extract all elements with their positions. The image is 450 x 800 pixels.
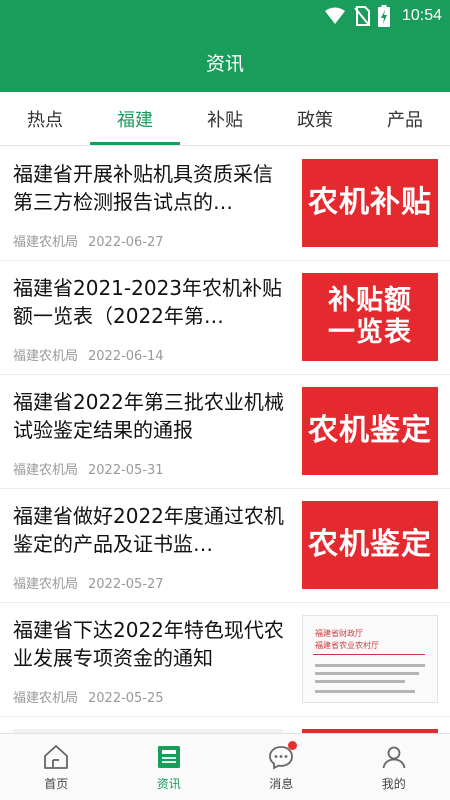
nav-label: 资讯 — [156, 777, 181, 791]
status-bar: 10:54 — [0, 0, 450, 32]
thumbnail-text: 农机鉴定 — [308, 413, 432, 448]
status-time: 10:54 — [401, 7, 442, 24]
news-meta: 福建农机局 2022-05-31 — [13, 459, 164, 478]
news-thumbnail: 补贴额 一览表 — [302, 273, 438, 361]
tab-subsidy[interactable]: 补贴 — [180, 92, 270, 145]
news-title: 福建省做好2022年度通过农机鉴定的产品及证书监… — [13, 504, 284, 556]
thumbnail-text: 农机鉴定 — [308, 527, 432, 562]
news-meta: 福建农机局 2022-06-14 — [13, 345, 164, 364]
document-text-line — [315, 664, 425, 667]
news-source: 福建农机局 — [13, 235, 79, 250]
news-date: 2022-06-27 — [88, 235, 164, 250]
document-header-line2: 福建省农业农村厅 — [315, 641, 379, 650]
tab-products[interactable]: 产品 — [360, 92, 450, 145]
nav-messages[interactable]: 消息 — [225, 734, 338, 800]
news-meta: 福建农机局 2022-06-27 — [13, 231, 164, 250]
news-thumbnail: 农机补贴 — [302, 159, 438, 247]
document-rule — [313, 654, 425, 655]
news-icon — [157, 746, 180, 768]
news-item[interactable]: 福建省做好2022年度通过农机鉴定的产品及证书监… 福建农机局 2022-05-2… — [0, 489, 450, 603]
thumbnail-text: 农机补贴 — [308, 185, 432, 220]
news-source: 福建农机局 — [13, 349, 79, 364]
tab-hot[interactable]: 热点 — [0, 92, 90, 145]
thumbnail-text-line1: 补贴额 — [328, 285, 412, 316]
unread-badge — [288, 741, 298, 750]
tab-policy[interactable]: 政策 — [270, 92, 360, 145]
news-item[interactable]: 福建省2021-2023年农机补贴额一览表（2022年第… 福建农机局 2022-… — [0, 261, 450, 375]
news-title: 福建省2021-2023年农机补贴额一览表（2022年第… — [13, 276, 283, 328]
thumbnail-text-line2: 一览表 — [328, 317, 412, 348]
news-title: 福建省下达2022年特色现代农业发展专项资金的通知 — [13, 618, 284, 670]
news-thumbnail: 农机鉴定 — [302, 501, 438, 589]
news-date: 2022-05-27 — [88, 577, 164, 592]
news-meta: 福建农机局 2022-05-25 — [13, 687, 164, 706]
news-item-partial[interactable] — [0, 717, 450, 733]
battery-charging-icon — [377, 5, 390, 27]
wifi-icon — [324, 7, 345, 24]
news-list: 福建省开展补贴机具资质采信第三方检测报告试点的… 福建农机局 2022-06-27… — [0, 147, 450, 733]
news-date: 2022-06-14 — [88, 349, 164, 364]
profile-icon — [382, 746, 406, 769]
nav-news[interactable]: 资讯 — [113, 734, 226, 800]
nav-label: 消息 — [269, 777, 294, 791]
category-tabs: 热点 福建 补贴 政策 产品 — [0, 92, 450, 146]
status-icons: 10:54 — [324, 0, 442, 32]
nav-label: 首页 — [44, 777, 69, 791]
document-header: 福建省财政厅 福建省农业农村厅 — [315, 628, 379, 652]
news-thumbnail: 农机鉴定 — [302, 387, 438, 475]
nav-profile[interactable]: 我的 — [338, 734, 450, 800]
document-text-line — [315, 672, 419, 675]
news-source: 福建农机局 — [13, 463, 79, 478]
document-header-line1: 福建省财政厅 — [315, 629, 363, 638]
page-title: 资讯 — [205, 52, 244, 75]
news-date: 2022-05-31 — [88, 463, 164, 478]
document-thumbnail: 福建省财政厅 福建省农业农村厅 — [302, 615, 438, 703]
no-sim-icon — [354, 6, 370, 26]
document-text-line — [315, 690, 415, 693]
news-source: 福建农机局 — [13, 691, 79, 706]
tab-fujian[interactable]: 福建 — [90, 92, 180, 145]
document-text-line — [315, 680, 405, 683]
news-item[interactable]: 福建省下达2022年特色现代农业发展专项资金的通知 福建农机局 2022-05-2… — [0, 603, 450, 717]
nav-home[interactable]: 首页 — [0, 734, 113, 800]
news-title: 福建省2022年第三批农业机械试验鉴定结果的通报 — [13, 390, 284, 442]
nav-label: 我的 — [381, 777, 406, 791]
news-item[interactable]: 福建省2022年第三批农业机械试验鉴定结果的通报 福建农机局 2022-05-31… — [0, 375, 450, 489]
news-item[interactable]: 福建省开展补贴机具资质采信第三方检测报告试点的… 福建农机局 2022-06-27… — [0, 147, 450, 261]
home-icon — [44, 745, 69, 769]
news-source: 福建农机局 — [13, 577, 79, 592]
news-date: 2022-05-25 — [88, 691, 164, 706]
thumbnail-text: 补贴额 一览表 — [328, 285, 412, 349]
app-header: 资讯 — [0, 32, 450, 92]
news-meta: 福建农机局 2022-05-27 — [13, 573, 164, 592]
news-title: 福建省开展补贴机具资质采信第三方检测报告试点的… — [13, 162, 273, 214]
bottom-navigation: 首页 资讯 消息 我的 — [0, 733, 450, 800]
